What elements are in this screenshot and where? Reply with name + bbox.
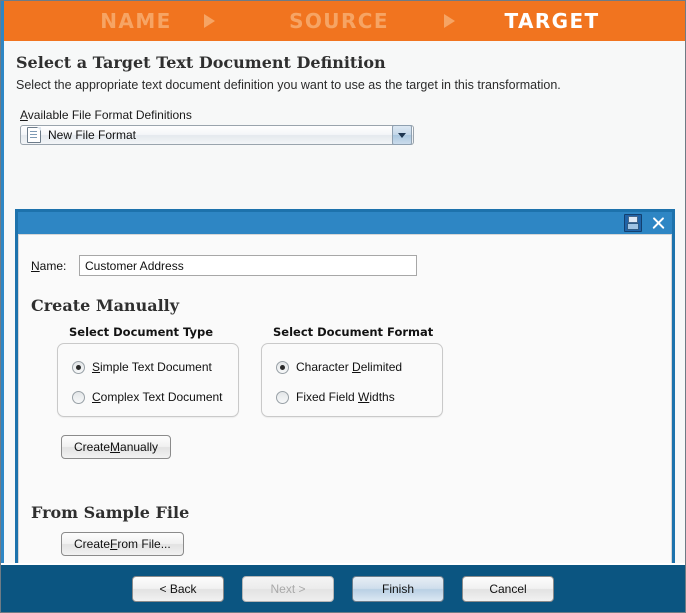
- radio-label-fixed-field-widths: Fixed Field Widths: [296, 390, 395, 404]
- page-subtitle: Select the appropriate text document def…: [16, 78, 561, 92]
- radio-groups-row: Select Document Type Simple Text Documen…: [57, 325, 671, 417]
- document-type-groupbox: Simple Text Document Complex Text Docume…: [57, 343, 239, 417]
- save-icon[interactable]: [624, 214, 642, 232]
- panel-content: Name: Create Manually Select Document Ty…: [18, 234, 672, 563]
- name-label: Name:: [31, 258, 67, 273]
- definitions-label: Available File Format Definitions: [20, 108, 192, 122]
- radio-icon-simple-text-document[interactable]: [72, 360, 85, 374]
- breadcrumb-step-source[interactable]: SOURCE: [269, 1, 409, 41]
- radio-character-delimited[interactable]: Character Delimited: [276, 356, 428, 378]
- breadcrumb-arrow-icon-1: [204, 14, 215, 28]
- file-format-definition-dropdown[interactable]: New File Format: [20, 125, 414, 145]
- radio-simple-text-document[interactable]: Simple Text Document: [72, 356, 224, 378]
- radio-icon-complex-text-document[interactable]: [72, 390, 85, 404]
- document-type-group: Select Document Type Simple Text Documen…: [57, 325, 239, 417]
- document-type-group-title: Select Document Type: [69, 325, 214, 339]
- panel-titlebar: [18, 212, 672, 234]
- cancel-button[interactable]: Cancel: [462, 575, 554, 602]
- from-sample-file-heading: From Sample File: [31, 503, 190, 522]
- finish-button[interactable]: Finish: [352, 575, 444, 602]
- document-format-group: Select Document Format Character Delimit…: [261, 325, 443, 417]
- name-row: Name:: [31, 255, 671, 276]
- radio-icon-character-delimited[interactable]: [276, 360, 289, 374]
- file-format-definition-value: New File Format: [48, 128, 137, 142]
- document-icon: [27, 127, 41, 143]
- radio-fixed-field-widths[interactable]: Fixed Field Widths: [276, 386, 428, 408]
- back-button[interactable]: < Back: [132, 575, 224, 602]
- breadcrumb-arrow-icon-2: [444, 14, 455, 28]
- wizard-footer: < Back Next > Finish Cancel: [1, 563, 685, 612]
- definitions-label-text: vailable File Format Definitions: [27, 108, 192, 122]
- file-format-editor-panel: Name: Create Manually Select Document Ty…: [15, 209, 675, 563]
- create-manually-heading: Create Manually: [31, 296, 180, 315]
- wizard-window: NAME SOURCE TARGET Select a Target Text …: [0, 0, 686, 613]
- document-format-group-title: Select Document Format: [273, 325, 434, 339]
- page-body: Select a Target Text Document Definition…: [1, 41, 685, 563]
- radio-label-simple-text-document: Simple Text Document: [92, 360, 212, 374]
- breadcrumb-step-target[interactable]: TARGET: [482, 1, 622, 41]
- name-label-text: ame:: [39, 258, 67, 273]
- radio-icon-fixed-field-widths[interactable]: [276, 390, 289, 404]
- name-input[interactable]: [79, 255, 417, 276]
- breadcrumb-step-name[interactable]: NAME: [66, 1, 206, 41]
- radio-label-complex-text-document: Complex Text Document: [92, 390, 223, 404]
- create-manually-button[interactable]: Create Manually: [61, 435, 172, 459]
- wizard-breadcrumb-header: NAME SOURCE TARGET: [1, 1, 685, 41]
- page-title: Select a Target Text Document Definition: [16, 53, 386, 72]
- document-format-groupbox: Character Delimited Fixed Field Widths: [261, 343, 443, 417]
- chevron-down-icon[interactable]: [392, 125, 412, 145]
- close-icon[interactable]: [650, 215, 666, 231]
- next-button: Next >: [242, 575, 334, 602]
- create-from-file-button[interactable]: Create From File...: [61, 532, 184, 556]
- radio-complex-text-document[interactable]: Complex Text Document: [72, 386, 224, 408]
- radio-label-character-delimited: Character Delimited: [296, 360, 403, 374]
